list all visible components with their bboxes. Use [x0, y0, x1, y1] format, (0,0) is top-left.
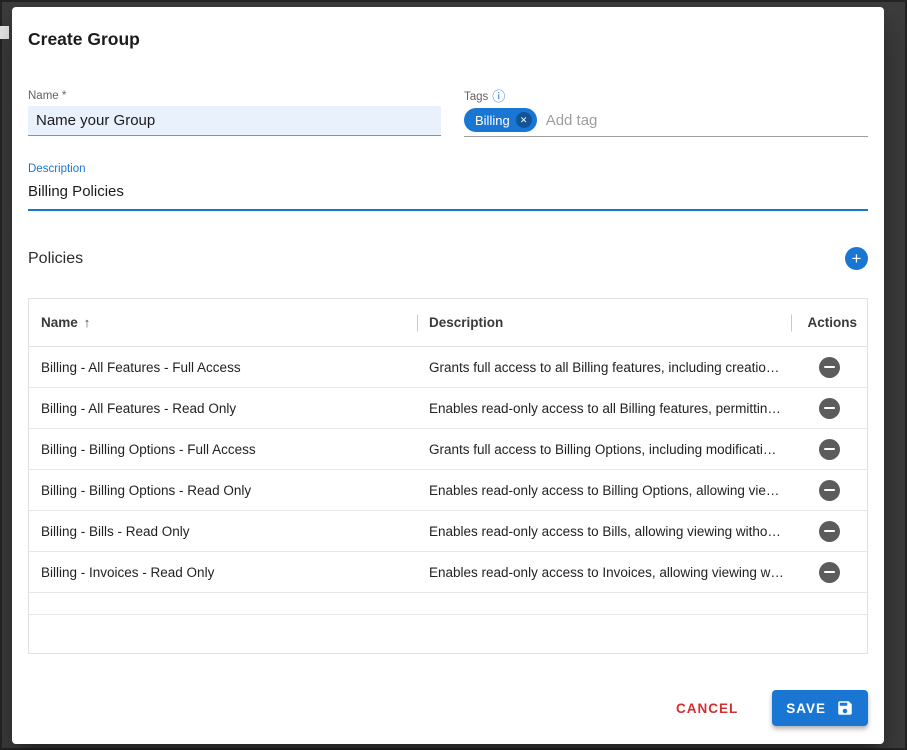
remove-policy-button[interactable] — [819, 562, 840, 583]
column-header-actions: Actions — [791, 299, 867, 346]
policies-section-header: Policies + — [28, 247, 868, 270]
save-button-label: SAVE — [786, 701, 826, 716]
create-group-dialog: Create Group Name * Tags ⓘ Billing ✕ Des… — [12, 7, 884, 744]
policy-name-cell: Billing - All Features - Read Only — [29, 401, 417, 416]
description-input[interactable] — [28, 179, 868, 211]
remove-policy-button[interactable] — [819, 480, 840, 501]
add-tag-input[interactable] — [546, 112, 868, 129]
policy-description-cell: Enables read-only access to all Billing … — [417, 401, 791, 416]
dialog-footer: CANCEL SAVE — [28, 680, 868, 732]
remove-policy-button[interactable] — [819, 398, 840, 419]
minus-icon — [824, 530, 835, 533]
group-name-field: Name * — [28, 90, 441, 137]
minus-icon — [824, 366, 835, 369]
tags-field: Tags ⓘ Billing ✕ — [464, 90, 868, 137]
policy-description-cell: Grants full access to Billing Options, i… — [417, 442, 791, 457]
policy-description-cell: Grants full access to all Billing featur… — [417, 360, 791, 375]
column-header-description-label: Description — [429, 315, 503, 330]
tags-input-area[interactable]: Billing ✕ — [464, 107, 868, 137]
sort-ascending-icon: ↑ — [84, 315, 91, 330]
table-empty-row — [29, 593, 867, 615]
policy-description-cell: Enables read-only access to Bills, allow… — [417, 524, 791, 539]
policy-name-cell: Billing - Bills - Read Only — [29, 524, 417, 539]
column-header-actions-label: Actions — [807, 315, 857, 330]
description-label: Description — [28, 163, 868, 175]
dialog-title: Create Group — [28, 29, 868, 50]
policy-row: Billing - Billing Options - Full Access … — [29, 429, 867, 470]
name-label: Name * — [28, 90, 441, 102]
remove-policy-button[interactable] — [819, 521, 840, 542]
save-button[interactable]: SAVE — [772, 690, 868, 726]
policy-name-cell: Billing - Invoices - Read Only — [29, 565, 417, 580]
add-policy-button[interactable]: + — [845, 247, 868, 270]
policy-name-cell: Billing - Billing Options - Full Access — [29, 442, 417, 457]
cancel-button[interactable]: CANCEL — [672, 693, 742, 724]
remove-policy-button[interactable] — [819, 357, 840, 378]
minus-icon — [824, 448, 835, 451]
policy-row: Billing - All Features - Full Access Gra… — [29, 347, 867, 388]
tag-chip-label: Billing — [475, 113, 510, 128]
table-header-row: Name ↑ Description Actions — [29, 299, 867, 347]
background-page-edge — [0, 26, 9, 39]
tags-label: Tags — [464, 91, 488, 103]
minus-icon — [824, 489, 835, 492]
save-floppy-icon — [836, 699, 854, 717]
policy-row: Billing - All Features - Read Only Enabl… — [29, 388, 867, 429]
policies-table: Name ↑ Description Actions Billing - All… — [28, 298, 868, 654]
column-header-name[interactable]: Name ↑ — [29, 299, 417, 346]
info-icon[interactable]: ⓘ — [492, 90, 505, 103]
policy-row: Billing - Bills - Read Only Enables read… — [29, 511, 867, 552]
remove-policy-button[interactable] — [819, 439, 840, 460]
minus-icon — [824, 571, 835, 574]
policy-description-cell: Enables read-only access to Invoices, al… — [417, 565, 791, 580]
table-body: Billing - All Features - Full Access Gra… — [29, 347, 867, 593]
remove-tag-icon[interactable]: ✕ — [516, 112, 532, 128]
tag-chip-billing[interactable]: Billing ✕ — [464, 108, 537, 132]
policy-name-cell: Billing - All Features - Full Access — [29, 360, 417, 375]
column-header-name-label: Name — [41, 315, 78, 330]
minus-icon — [824, 407, 835, 410]
policies-heading: Policies — [28, 250, 83, 268]
policy-name-cell: Billing - Billing Options - Read Only — [29, 483, 417, 498]
form-row: Name * Tags ⓘ Billing ✕ — [28, 90, 868, 137]
policy-row: Billing - Invoices - Read Only Enables r… — [29, 552, 867, 593]
group-name-input[interactable] — [28, 106, 441, 136]
description-field: Description — [28, 163, 868, 211]
policy-row: Billing - Billing Options - Read Only En… — [29, 470, 867, 511]
policy-description-cell: Enables read-only access to Billing Opti… — [417, 483, 791, 498]
column-header-description[interactable]: Description — [417, 299, 791, 346]
